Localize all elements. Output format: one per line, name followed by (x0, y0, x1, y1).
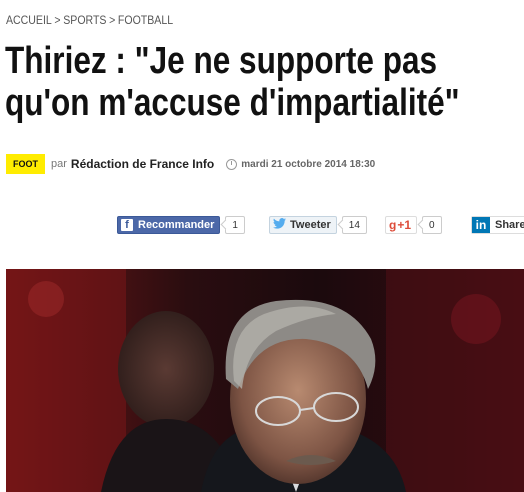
breadcrumb-separator: > (109, 13, 116, 27)
breadcrumb-home[interactable]: ACCUEIL (6, 13, 52, 27)
article-title: Thiriez : "Je ne supporte pas qu'on m'ac… (5, 40, 460, 124)
breadcrumb-football[interactable]: FOOTBALL (118, 13, 173, 27)
google-plus-count: 0 (422, 216, 442, 234)
linkedin-share: in Share (471, 215, 524, 235)
twitter-label: Tweeter (290, 219, 331, 231)
tweet-button[interactable]: Tweeter (269, 216, 337, 234)
facebook-share: f Recommander 1 (117, 215, 245, 235)
article-meta: FOOT par Rédaction de France Info mardi … (6, 154, 376, 174)
article-photo-illustration (6, 269, 524, 492)
facebook-recommend-button[interactable]: f Recommander (117, 216, 221, 234)
linkedin-icon: in (472, 217, 490, 233)
twitter-icon (273, 218, 286, 232)
google-plus-label: +1 (397, 218, 412, 232)
facebook-count: 1 (225, 216, 245, 234)
facebook-label: Recommander (138, 219, 215, 231)
category-badge[interactable]: FOOT (6, 154, 45, 174)
twitter-share: Tweeter 14 (269, 215, 367, 235)
author-name: Rédaction de France Info (70, 157, 215, 171)
publish-date: mardi 21 octobre 2014 18:30 (241, 158, 376, 170)
linkedin-label: Share (495, 219, 524, 231)
article-photo (6, 269, 524, 492)
byline-prefix: par (51, 158, 67, 170)
facebook-icon: f (121, 219, 133, 231)
google-plus-button[interactable]: g +1 (385, 216, 418, 234)
breadcrumb-separator: > (54, 13, 61, 27)
google-plus-icon: g (389, 218, 397, 232)
clock-icon (226, 158, 238, 170)
breadcrumb-sports[interactable]: SPORTS (63, 13, 106, 27)
googleplus-share: g +1 0 (385, 215, 442, 235)
breadcrumb: ACCUEIL > SPORTS > FOOTBALL (6, 13, 173, 27)
linkedin-share-button[interactable]: in Share (471, 216, 524, 234)
twitter-count: 14 (341, 216, 367, 234)
